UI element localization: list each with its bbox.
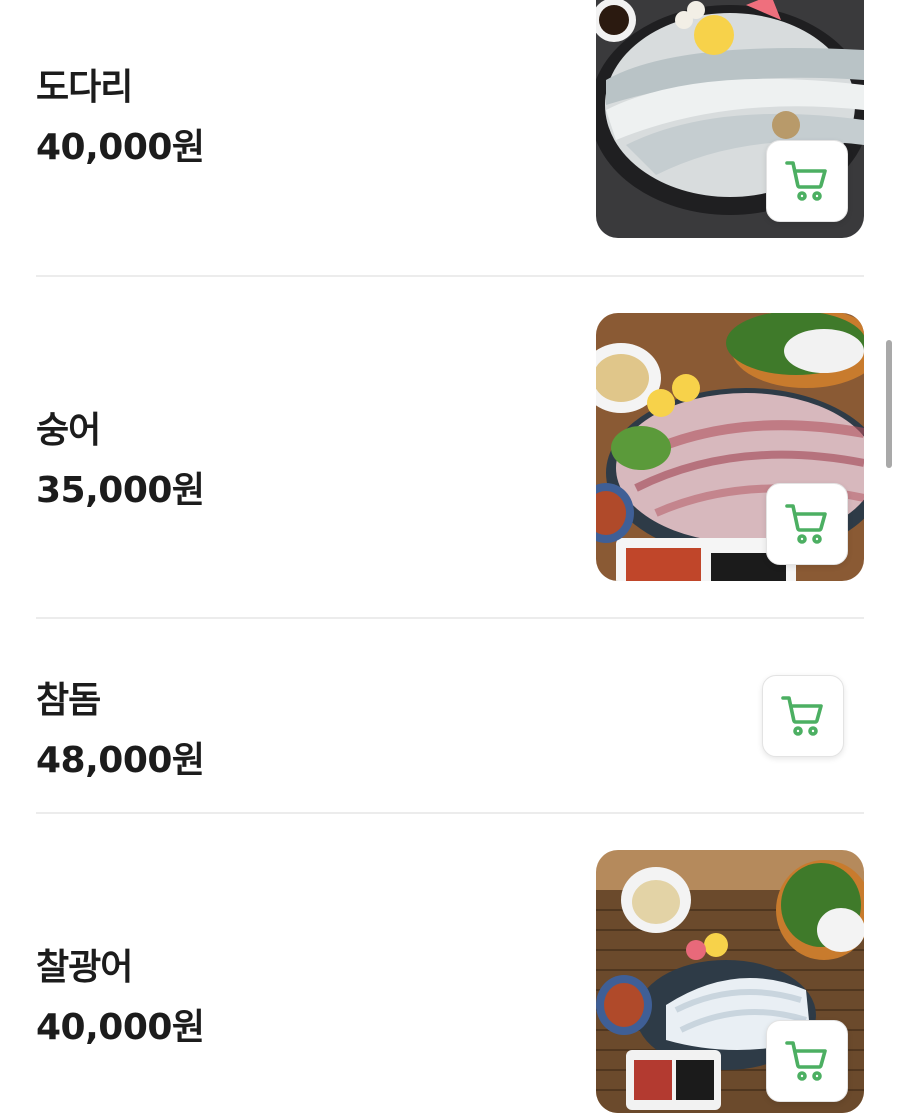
menu-item-price: 40,000원: [36, 127, 205, 168]
menu-item-name: 찰광어: [36, 947, 133, 988]
shopping-cart-icon: [785, 161, 827, 201]
menu-item-name: 숭어: [36, 410, 101, 451]
menu-item-price: 48,000원: [36, 740, 205, 781]
shopping-cart-icon: [785, 1041, 827, 1081]
menu-item-name: 도다리: [36, 67, 133, 108]
scrollbar[interactable]: [886, 340, 892, 468]
menu-item-name: 참돔: [36, 680, 101, 721]
add-to-cart-button[interactable]: [762, 675, 844, 757]
menu-item-price: 35,000원: [36, 470, 205, 511]
menu-item[interactable]: 숭어 35,000원: [36, 277, 864, 617]
add-to-cart-button[interactable]: [766, 140, 848, 222]
menu-item-price: 40,000원: [36, 1007, 205, 1048]
menu-item[interactable]: 도다리 40,000원: [36, 0, 864, 275]
menu-item[interactable]: 찰광어 40,000원: [36, 814, 864, 1113]
menu-list: 도다리 40,000원 숭어 35,000원 참돔 48,000원 찰광어 40…: [0, 0, 900, 1113]
add-to-cart-button[interactable]: [766, 1020, 848, 1102]
shopping-cart-icon: [781, 696, 823, 736]
shopping-cart-icon: [785, 504, 827, 544]
menu-item[interactable]: 참돔 48,000원: [36, 619, 864, 812]
add-to-cart-button[interactable]: [766, 483, 848, 565]
